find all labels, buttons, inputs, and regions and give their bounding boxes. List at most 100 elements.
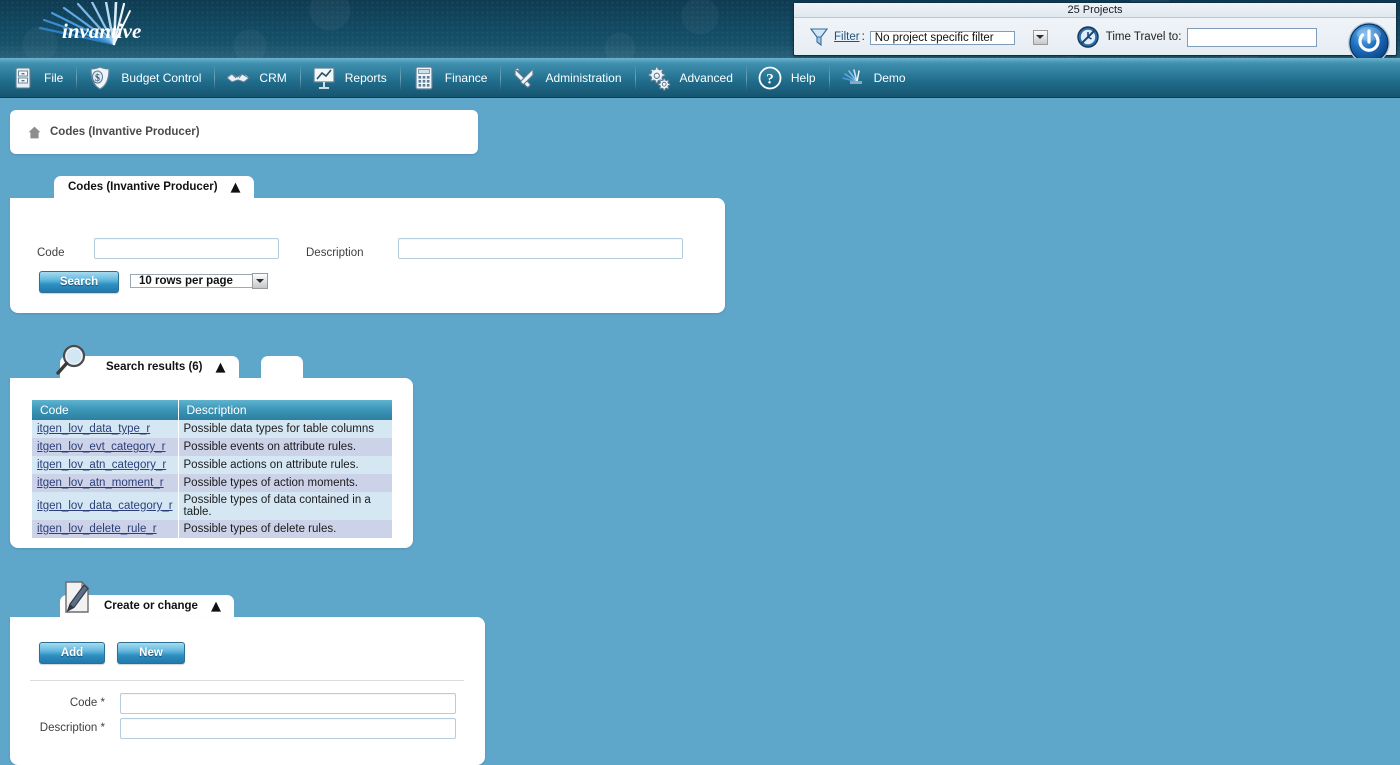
chevron-down-icon[interactable] — [1033, 30, 1048, 45]
menu-item-finance[interactable]: Finance — [401, 58, 502, 98]
project-filter-value: No project specific filter — [870, 31, 1015, 45]
menu-label: Finance — [445, 71, 488, 85]
results-table-body: itgen_lov_data_type_r Possible data type… — [32, 420, 392, 538]
calculator-icon — [411, 65, 437, 91]
search-panel-tabs: Codes (Invantive Producer) ▲ — [10, 176, 725, 198]
table-row[interactable]: itgen_lov_delete_rule_r Possible types o… — [32, 520, 392, 538]
menu-label: Help — [791, 71, 816, 85]
new-button[interactable]: New — [117, 642, 185, 664]
code-link[interactable]: itgen_lov_atn_category_r — [37, 459, 166, 471]
create-code-label: Code * — [10, 697, 105, 709]
tab-stub-secondary[interactable] — [261, 356, 303, 378]
cell-description: Possible events on attribute rules. — [178, 438, 392, 456]
menu-label: Administration — [545, 71, 621, 85]
create-panel-body: Add New Code * Description * — [10, 617, 485, 765]
column-header-code[interactable]: Code — [32, 400, 178, 420]
code-link[interactable]: itgen_lov_data_category_r — [37, 500, 173, 512]
code-link[interactable]: itgen_lov_atn_moment_r — [37, 477, 164, 489]
results-table: Code Description itgen_lov_data_type_r P… — [32, 400, 392, 538]
create-code-input[interactable] — [120, 693, 456, 714]
menu-item-reports[interactable]: Reports — [301, 58, 401, 98]
cell-description: Possible types of delete rules. — [178, 520, 392, 538]
chevron-up-icon[interactable]: ▲ — [211, 600, 222, 613]
table-row[interactable]: itgen_lov_atn_moment_r Possible types of… — [32, 474, 392, 492]
cell-description: Possible types of action moments. — [178, 474, 392, 492]
menu-label: Advanced — [680, 71, 733, 85]
description-search-input[interactable] — [398, 238, 683, 259]
create-or-change-panel: Create or change ▲ Add New Code * Descri… — [10, 595, 485, 765]
add-button[interactable]: Add — [39, 642, 105, 664]
invantive-logo[interactable]: invantive — [22, 2, 182, 56]
menu-item-crm[interactable]: CRM — [215, 58, 300, 98]
project-filter-box: 25 Projects Filter : No project specific… — [793, 2, 1397, 56]
table-row[interactable]: itgen_lov_evt_category_r Possible events… — [32, 438, 392, 456]
search-button[interactable]: Search — [39, 271, 119, 293]
time-travel-input[interactable] — [1187, 28, 1317, 47]
menu-label: Reports — [345, 71, 387, 85]
money-shield-icon: $ — [87, 65, 113, 91]
code-label: Code — [37, 247, 65, 259]
menu-item-administration[interactable]: Administration — [501, 58, 635, 98]
breadcrumb[interactable]: Codes (Invantive Producer) — [10, 110, 478, 154]
menu-item-advanced[interactable]: Advanced — [636, 58, 747, 98]
cell-code: itgen_lov_evt_category_r — [32, 438, 178, 456]
filter-colon: : — [862, 31, 865, 43]
main-menu-bar: File $ Budget Control CRM — [0, 58, 1400, 98]
table-row[interactable]: itgen_lov_data_type_r Possible data type… — [32, 420, 392, 438]
question-circle-icon: ? — [757, 65, 783, 91]
create-description-label: Description * — [10, 722, 105, 734]
funnel-icon — [808, 26, 830, 48]
chevron-up-icon[interactable]: ▲ — [231, 181, 242, 194]
project-filter-select[interactable]: No project specific filter — [870, 28, 1050, 47]
presentation-chart-icon — [311, 65, 337, 91]
breadcrumb-label: Codes (Invantive Producer) — [50, 126, 200, 138]
chevron-up-icon[interactable]: ▲ — [216, 361, 227, 374]
menu-item-budget-control[interactable]: $ Budget Control — [77, 58, 215, 98]
cell-code: itgen_lov_atn_moment_r — [32, 474, 178, 492]
home-icon[interactable] — [28, 126, 41, 139]
tab-search-results[interactable]: Search results (6) ▲ — [60, 356, 239, 378]
svg-text:$: $ — [95, 73, 100, 84]
chevron-down-icon[interactable] — [252, 273, 268, 289]
filter-link[interactable]: Filter — [834, 31, 860, 43]
cell-description: Possible actions on attribute rules. — [178, 456, 392, 474]
form-divider — [30, 680, 464, 681]
projects-count-label: 25 Projects — [794, 3, 1396, 18]
logo-wordmark: invantive — [62, 19, 141, 43]
tab-codes-invantive-producer[interactable]: Codes (Invantive Producer) ▲ — [54, 176, 254, 198]
cell-description: Possible data types for table columns — [178, 420, 392, 438]
code-search-input[interactable] — [94, 238, 279, 259]
gears-icon — [646, 65, 672, 91]
svg-text:?: ? — [766, 71, 774, 87]
cell-code: itgen_lov_atn_category_r — [32, 456, 178, 474]
code-link[interactable]: itgen_lov_data_type_r — [37, 423, 150, 435]
tab-create-or-change[interactable]: Create or change ▲ — [60, 595, 234, 617]
invantive-logo-icon — [840, 65, 866, 91]
menu-label: Demo — [874, 71, 906, 85]
rows-per-page-select[interactable]: 10 rows per page — [130, 271, 270, 292]
clock-icon — [1076, 25, 1100, 49]
menu-label: Budget Control — [121, 71, 201, 85]
cell-description: Possible types of data contained in a ta… — [178, 492, 392, 520]
code-link[interactable]: itgen_lov_delete_rule_r — [37, 523, 157, 535]
tab-title: Search results (6) — [106, 361, 203, 373]
table-row[interactable]: itgen_lov_data_category_r Possible types… — [32, 492, 392, 520]
code-link[interactable]: itgen_lov_evt_category_r — [37, 441, 166, 453]
time-travel-label: Time Travel to: — [1106, 31, 1182, 43]
cell-code: itgen_lov_data_category_r — [32, 492, 178, 520]
column-header-description[interactable]: Description — [178, 400, 392, 420]
results-panel-tabs: Search results (6) ▲ — [10, 356, 413, 378]
description-label: Description — [306, 247, 364, 259]
cell-code: itgen_lov_data_type_r — [32, 420, 178, 438]
menu-item-help[interactable]: ? Help — [747, 58, 830, 98]
search-results-panel: Search results (6) ▲ Code Description it — [10, 356, 413, 548]
tab-title: Create or change — [104, 600, 198, 612]
results-panel-body: Code Description itgen_lov_data_type_r P… — [10, 378, 413, 548]
table-row[interactable]: itgen_lov_atn_category_r Possible action… — [32, 456, 392, 474]
menu-item-file[interactable]: File — [0, 58, 77, 98]
create-description-input[interactable] — [120, 718, 456, 739]
menu-item-demo[interactable]: Demo — [830, 58, 920, 98]
handshake-icon — [225, 65, 251, 91]
cell-code: itgen_lov_delete_rule_r — [32, 520, 178, 538]
page-content: Codes (Invantive Producer) Codes (Invant… — [0, 98, 1400, 765]
